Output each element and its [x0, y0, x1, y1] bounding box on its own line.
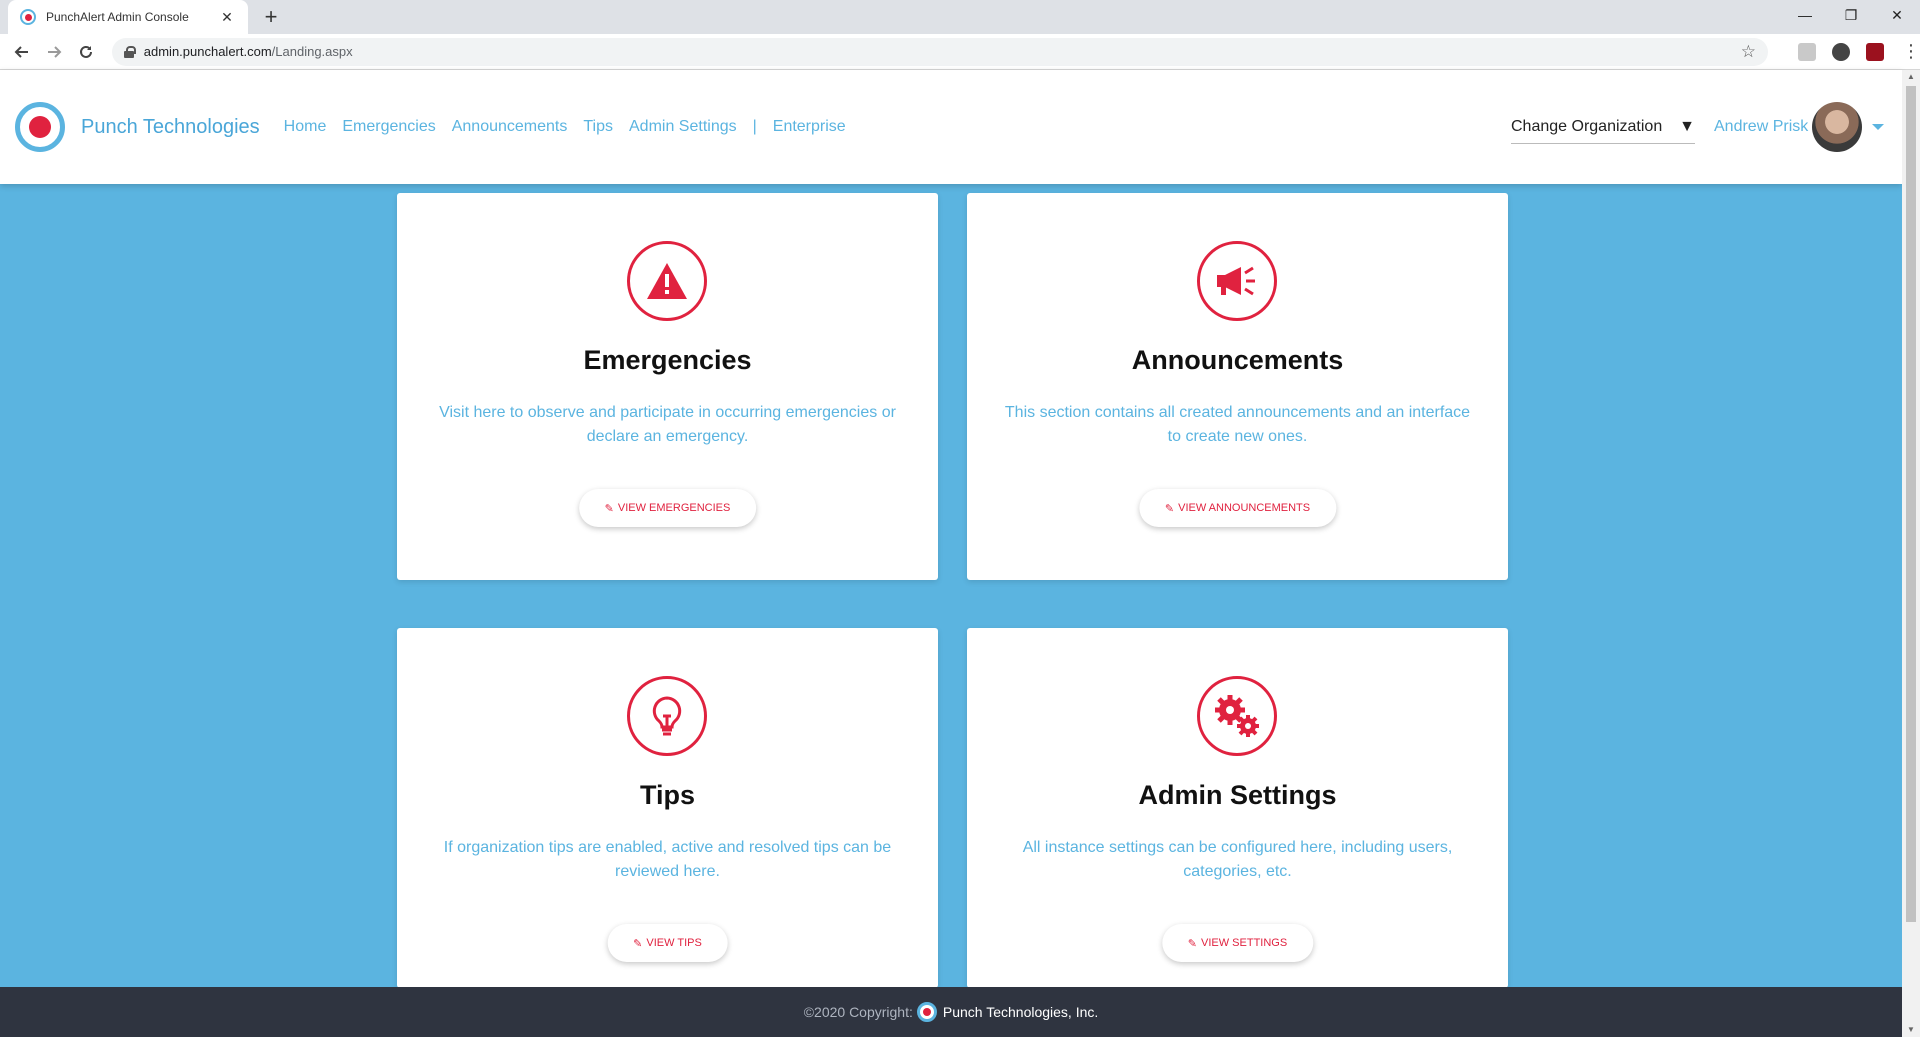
forward-arrow-icon[interactable]	[38, 36, 70, 68]
extension-icon[interactable]	[1797, 42, 1816, 61]
url-host: admin.punchalert.com	[143, 44, 272, 59]
button-label: VIEW TIPS	[646, 937, 702, 949]
nav-separator: |	[752, 118, 757, 135]
extension-icon[interactable]	[1865, 42, 1884, 61]
avatar[interactable]	[1812, 102, 1863, 152]
button-label: VIEW ANNOUNCEMENTS	[1178, 502, 1311, 514]
view-emergencies-button[interactable]: ✎ VIEW EMERGENCIES	[578, 489, 757, 527]
user-name[interactable]: Andrew Prisk	[1714, 118, 1808, 136]
scroll-thumb[interactable]	[1906, 86, 1916, 922]
lightbulb-icon	[627, 676, 707, 756]
punch-logo-icon[interactable]	[15, 102, 65, 152]
view-announcements-button[interactable]: ✎ VIEW ANNOUNCEMENTS	[1138, 489, 1337, 527]
nav-admin-settings[interactable]: Admin Settings	[629, 118, 737, 136]
tab-title: PunchAlert Admin Console	[46, 10, 189, 24]
browser-toolbar: admin.punchalert.com/Landing.aspx ☆ ⋮	[0, 34, 1920, 70]
scroll-up-icon[interactable]: ▲	[1902, 70, 1920, 84]
extension-icon[interactable]	[1831, 42, 1850, 61]
restore-button[interactable]: ❐	[1828, 0, 1874, 30]
punch-logo-icon	[916, 1002, 937, 1022]
url-text[interactable]: admin.punchalert.com/Landing.aspx	[144, 44, 1741, 59]
gears-icon	[1197, 676, 1277, 756]
nav-emergencies[interactable]: Emergencies	[342, 118, 435, 136]
close-window-button[interactable]: ✕	[1874, 0, 1920, 30]
minimize-button[interactable]: —	[1782, 0, 1828, 30]
new-tab-button[interactable]: +	[258, 4, 284, 30]
view-settings-button[interactable]: ✎ VIEW SETTINGS	[1161, 924, 1314, 962]
back-arrow-icon[interactable]	[6, 36, 38, 68]
chevron-down-icon: ▼	[1679, 117, 1695, 135]
copyright-text: ©2020 Copyright:	[803, 1004, 913, 1020]
site-header: Punch Technologies Home Emergencies Anno…	[0, 70, 1902, 184]
nav-home[interactable]: Home	[284, 118, 327, 136]
warning-icon	[627, 241, 707, 321]
megaphone-icon	[1197, 241, 1277, 321]
card-description: This section contains all created announ…	[1004, 404, 1471, 445]
brand-name[interactable]: Punch Technologies	[81, 116, 260, 139]
button-label: VIEW EMERGENCIES	[617, 502, 731, 514]
bookmark-star-icon[interactable]: ☆	[1741, 42, 1756, 62]
link-icon: ✎	[633, 937, 643, 950]
link-icon: ✎	[604, 502, 614, 515]
user-menu[interactable]: Andrew Prisk	[1714, 102, 1885, 152]
card-description: Visit here to observe and participate in…	[439, 404, 896, 445]
button-label: VIEW SETTINGS	[1201, 937, 1288, 949]
scroll-down-icon[interactable]: ▼	[1902, 1023, 1920, 1037]
footer-company: Punch Technologies, Inc.	[942, 1004, 1099, 1020]
link-icon: ✎	[1187, 937, 1198, 950]
card-description: All instance settings can be configured …	[1022, 839, 1453, 880]
browser-tab-strip: PunchAlert Admin Console ✕ + — ❐ ✕	[0, 0, 1920, 34]
favicon-icon	[20, 9, 36, 25]
browser-tab[interactable]: PunchAlert Admin Console ✕	[8, 0, 248, 34]
window-controls: — ❐ ✕	[1782, 0, 1920, 34]
card-title: Tips	[639, 780, 695, 810]
browser-menu-icon[interactable]: ⋮	[1902, 41, 1920, 62]
page-scrollbar[interactable]: ▲ ▼	[1902, 70, 1920, 1037]
view-tips-button[interactable]: ✎ VIEW TIPS	[607, 924, 728, 962]
org-select-value: Change Organization	[1511, 117, 1663, 135]
address-bar[interactable]: admin.punchalert.com/Landing.aspx ☆	[111, 37, 1768, 66]
site-footer: ©2020 Copyright: Punch Technologies, Inc…	[0, 987, 1902, 1037]
tips-card: Tips If organization tips are enabled, a…	[397, 628, 938, 988]
announcements-card: Announcements This section contains all …	[967, 193, 1508, 580]
admin-settings-card: Admin Settings All instance settings can…	[967, 628, 1508, 988]
reload-icon[interactable]	[70, 36, 102, 68]
lock-icon	[123, 45, 136, 58]
card-title: Emergencies	[583, 345, 752, 375]
nav-tips[interactable]: Tips	[583, 118, 613, 136]
user-dropdown-caret-icon[interactable]	[1872, 124, 1885, 130]
main-nav: Home Emergencies Announcements Tips Admi…	[284, 118, 862, 136]
link-icon: ✎	[1164, 502, 1175, 515]
url-path: /Landing.aspx	[271, 44, 353, 59]
card-title: Admin Settings	[1138, 780, 1337, 810]
extensions	[1790, 42, 1892, 61]
tab-close-icon[interactable]: ✕	[218, 9, 236, 26]
change-organization-select[interactable]: Change Organization ▼	[1511, 110, 1695, 144]
nav-enterprise[interactable]: Enterprise	[773, 118, 846, 136]
nav-announcements[interactable]: Announcements	[452, 118, 568, 136]
card-title: Announcements	[1131, 345, 1344, 375]
emergencies-card: Emergencies Visit here to observe and pa…	[397, 193, 938, 580]
card-description: If organization tips are enabled, active…	[443, 839, 892, 880]
